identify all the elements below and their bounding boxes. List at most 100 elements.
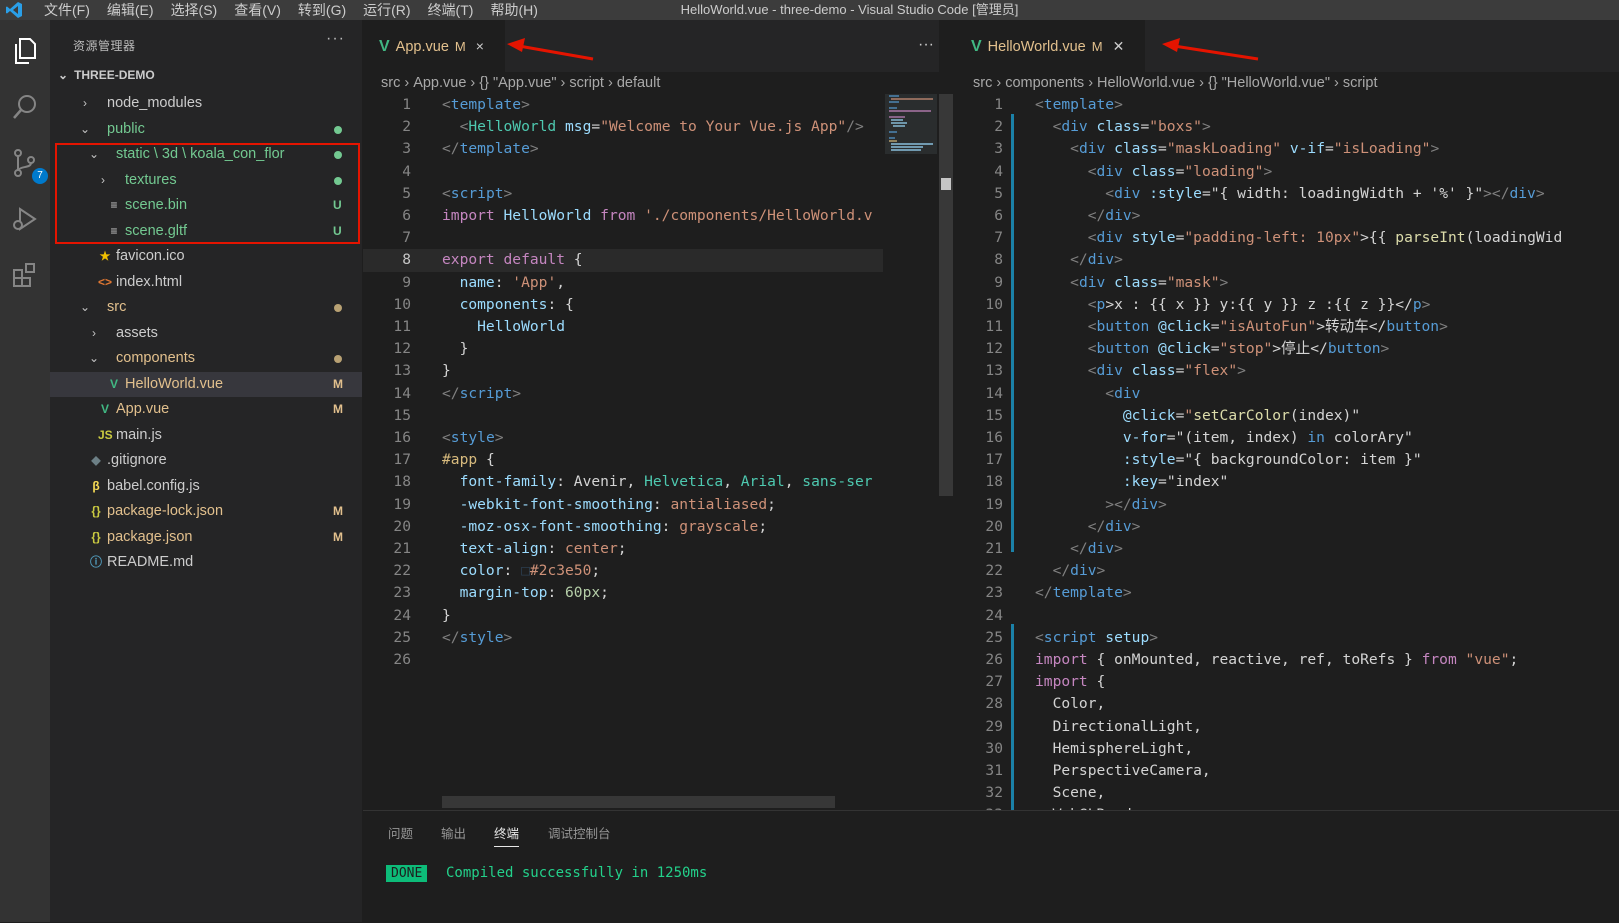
editor-more-actions-button[interactable]: ··· <box>918 36 934 54</box>
code-line[interactable]: 15 <box>363 405 939 427</box>
code-line[interactable]: 9 name: 'App', <box>363 272 939 294</box>
tab-app-vue[interactable]: V App.vue M × <box>363 20 505 72</box>
code-line[interactable]: 1 <template> <box>955 94 1619 116</box>
tree-item[interactable]: › node_modules <box>50 91 362 116</box>
tree-item[interactable]: ★ favicon.ico <box>50 244 362 269</box>
code-line[interactable]: 11 <button @click="isAutoFun">转动车</butto… <box>955 316 1619 338</box>
breadcrumb-item[interactable]: default <box>617 75 661 91</box>
menu-go[interactable]: 转到(G) <box>298 0 346 20</box>
code-line[interactable]: 32 Scene, <box>955 782 1619 804</box>
code-line[interactable]: 12 } <box>363 338 939 360</box>
panel-tab-debug-console[interactable]: 调试控制台 <box>548 823 611 842</box>
code-line[interactable]: 1 <template> <box>363 94 939 116</box>
code-line[interactable]: 26 import { onMounted, reactive, ref, toR… <box>955 649 1619 671</box>
tree-item[interactable]: ⌄ src <box>50 295 362 320</box>
code-line[interactable]: 4 <div class="loading"> <box>955 161 1619 183</box>
code-line[interactable]: 16 v-for="(item, index) in colorAry" <box>955 427 1619 449</box>
code-line[interactable]: 3 </template> <box>363 138 939 160</box>
code-line[interactable]: 13} <box>363 360 939 382</box>
code-line[interactable]: 6 import HelloWorld from './components/He… <box>363 205 939 227</box>
code-line[interactable]: 18 :key="index" <box>955 471 1619 493</box>
panel-tab-terminal[interactable]: 终端 <box>494 823 520 847</box>
scrollbar-thumb[interactable] <box>939 94 953 496</box>
menu-selection[interactable]: 选择(S) <box>171 0 218 20</box>
search-icon[interactable] <box>8 90 42 124</box>
code-line[interactable]: 4 <box>363 161 939 183</box>
tree-item[interactable]: β babel.config.js <box>50 474 362 499</box>
code-line[interactable]: 19 ></div> <box>955 494 1619 516</box>
code-line[interactable]: 29 DirectionalLight, <box>955 716 1619 738</box>
close-icon[interactable]: ✕ <box>1113 38 1125 54</box>
code-line[interactable]: 22 </div> <box>955 560 1619 582</box>
close-icon[interactable]: × <box>476 38 484 54</box>
code-line[interactable]: 14 </script> <box>363 383 939 405</box>
breadcrumb-item[interactable]: App.vue <box>413 75 466 91</box>
tab-helloworld-vue[interactable]: V HelloWorld.vue M ✕ <box>955 20 1145 72</box>
code-line[interactable]: 9 <div class="mask"> <box>955 272 1619 294</box>
code-line[interactable]: 17 :style="{ backgroundColor: item }" <box>955 449 1619 471</box>
breadcrumb-item[interactable]: {} "HelloWorld.vue" <box>1208 75 1330 91</box>
breadcrumb-item[interactable]: components <box>1005 75 1084 91</box>
code-line[interactable]: 21 </div> <box>955 538 1619 560</box>
code-line[interactable]: 17 #app { <box>363 449 939 471</box>
code-line[interactable]: 25 </style> <box>363 627 939 649</box>
code-line[interactable]: 16 <style> <box>363 427 939 449</box>
code-line[interactable]: 27 import { <box>955 671 1619 693</box>
code-line[interactable]: 8 export default { <box>363 249 939 272</box>
breadcrumb-item[interactable]: {} "App.vue" <box>479 75 556 91</box>
breadcrumb-item[interactable]: src <box>381 75 400 91</box>
code-line[interactable]: 23 </template> <box>955 582 1619 604</box>
code-line[interactable]: 28 Color, <box>955 693 1619 715</box>
tree-item[interactable]: V App.vue M <box>50 397 362 422</box>
tree-item[interactable]: <> index.html <box>50 270 362 295</box>
menu-view[interactable]: 查看(V) <box>234 0 281 20</box>
workspace-section-header[interactable]: ⌄ THREE-DEMO <box>58 68 155 82</box>
tree-item[interactable]: ⓘ README.md <box>50 550 362 575</box>
menu-help[interactable]: 帮助(H) <box>490 0 537 20</box>
breadcrumb-item[interactable]: script <box>569 75 604 91</box>
menu-edit[interactable]: 编辑(E) <box>107 0 154 20</box>
horizontal-scrollbar[interactable] <box>442 796 835 808</box>
menu-file[interactable]: 文件(F) <box>44 0 90 20</box>
code-line[interactable]: 25 <script setup> <box>955 627 1619 649</box>
tree-item[interactable]: ⌄ components <box>50 346 362 371</box>
breadcrumb-item[interactable]: src <box>973 75 992 91</box>
code-line[interactable]: 26 <box>363 649 939 671</box>
explorer-more-button[interactable]: ··· <box>326 30 345 48</box>
code-line[interactable]: 8 </div> <box>955 249 1619 271</box>
menu-run[interactable]: 运行(R) <box>363 0 410 20</box>
panel-tab-problems[interactable]: 问题 <box>388 823 413 842</box>
tree-item[interactable]: ⌄ public <box>50 117 362 142</box>
code-line[interactable]: 21 text-align: center; <box>363 538 939 560</box>
code-line[interactable]: 13 <div class="flex"> <box>955 360 1619 382</box>
tree-item[interactable]: {} package.json M <box>50 525 362 550</box>
code-line[interactable]: 5 <div :style="{ width: loadingWidth + '… <box>955 183 1619 205</box>
code-line[interactable]: 24 <box>955 605 1619 627</box>
minimap[interactable] <box>883 94 939 810</box>
explorer-icon[interactable] <box>8 34 42 68</box>
breadcrumb-item[interactable]: HelloWorld.vue <box>1097 75 1195 91</box>
code-line[interactable]: 6 </div> <box>955 205 1619 227</box>
code-line[interactable]: 14 <div <box>955 383 1619 405</box>
code-line[interactable]: 7 <box>363 227 939 249</box>
code-line[interactable]: 15 @click="setCarColor(index)" <box>955 405 1619 427</box>
code-line[interactable]: 23 margin-top: 60px; <box>363 582 939 604</box>
code-line[interactable]: 19 -webkit-font-smoothing: antialiased; <box>363 494 939 516</box>
extensions-icon[interactable] <box>8 258 42 292</box>
code-line[interactable]: 7 <div style="padding-left: 10px">{{ par… <box>955 227 1619 249</box>
code-line[interactable]: 11 HelloWorld <box>363 316 939 338</box>
code-line[interactable]: 12 <button @click="stop">停止</button> <box>955 338 1619 360</box>
tree-item[interactable]: JS main.js <box>50 423 362 448</box>
code-line[interactable]: 10 <p>x : {{ x }} y:{{ y }} z :{{ z }}</… <box>955 294 1619 316</box>
code-line[interactable]: 22 color: □#2c3e50; <box>363 560 939 582</box>
code-line[interactable]: 2 <div class="boxs"> <box>955 116 1619 138</box>
tree-item[interactable]: {} package-lock.json M <box>50 499 362 524</box>
breadcrumb-item[interactable]: script <box>1343 75 1378 91</box>
tree-item[interactable]: ◆ .gitignore <box>50 448 362 473</box>
code-line[interactable]: 18 font-family: Avenir, Helvetica, Arial… <box>363 471 939 493</box>
code-line[interactable]: 20 -moz-osx-font-smoothing: grayscale; <box>363 516 939 538</box>
tree-item[interactable]: V HelloWorld.vue M <box>50 371 362 397</box>
tree-item[interactable]: › assets <box>50 321 362 346</box>
code-line[interactable]: 10 components: { <box>363 294 939 316</box>
panel-tab-output[interactable]: 输出 <box>441 823 466 842</box>
